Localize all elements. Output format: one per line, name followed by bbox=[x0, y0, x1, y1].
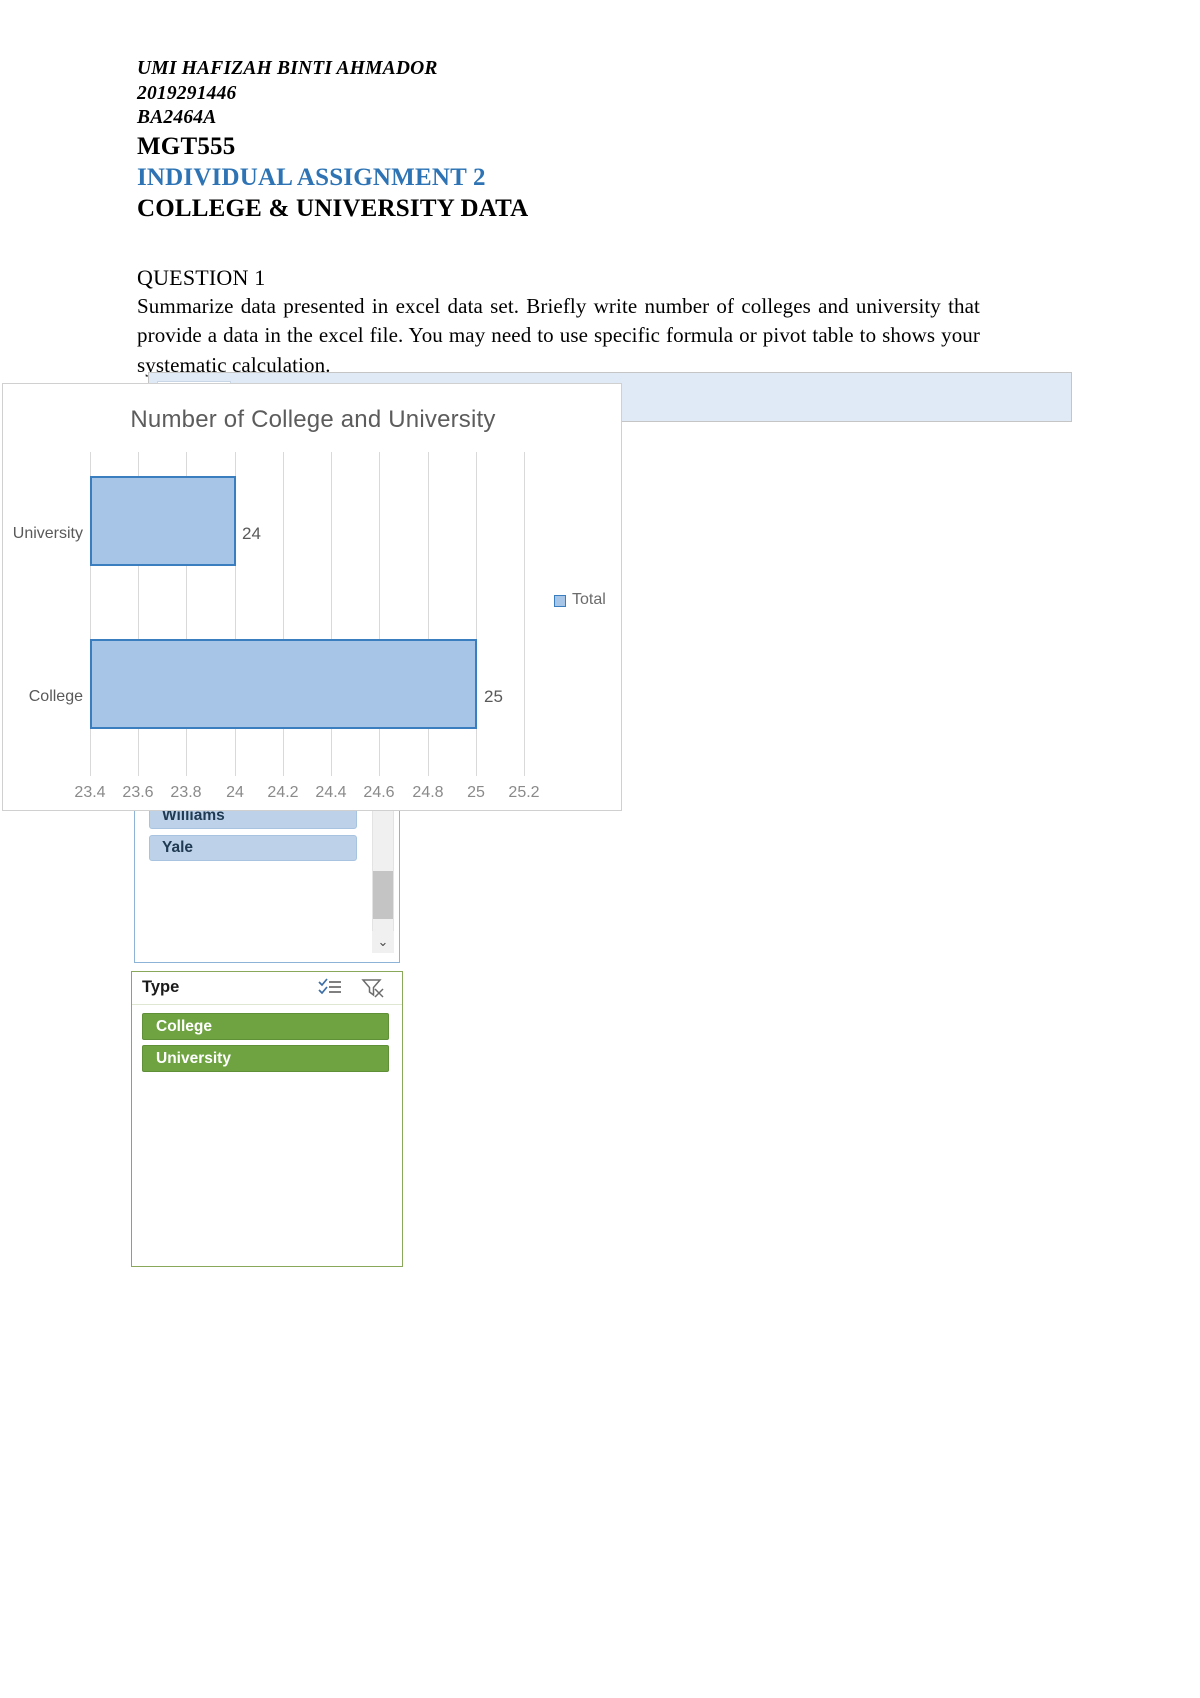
legend-label-total: Total bbox=[572, 591, 606, 608]
document-text-block: UMI HAFIZAH BINTI AHMADOR 2019291446 BA2… bbox=[137, 57, 997, 380]
group-code: BA2464A bbox=[137, 107, 217, 128]
slicer-type-title: Type bbox=[142, 978, 180, 996]
slicer-item-university[interactable]: University bbox=[142, 1045, 389, 1072]
category-label-university: University bbox=[12, 525, 83, 542]
slicer-item-yale[interactable]: Yale bbox=[149, 835, 357, 861]
chart-panel[interactable]: Number of College and University 24 25 U… bbox=[2, 383, 622, 811]
scroll-down-icon[interactable]: ⌄ bbox=[372, 931, 394, 953]
student-id: 2019291446 bbox=[137, 82, 237, 104]
student-name: UMI HAFIZAH BINTI AHMADOR bbox=[137, 58, 438, 79]
multi-select-icon[interactable] bbox=[317, 977, 343, 999]
chart-title: Number of College and University bbox=[130, 406, 496, 433]
bar-value-college: 25 bbox=[484, 687, 503, 706]
slicer-item-college[interactable]: College bbox=[142, 1013, 389, 1040]
slicer-type-header: Type bbox=[132, 972, 402, 1005]
chart-plot-area bbox=[90, 452, 525, 776]
data-title: COLLEGE & UNIVERSITY DATA bbox=[137, 194, 529, 222]
legend-swatch-total bbox=[554, 595, 566, 607]
course-code: MGT555 bbox=[137, 132, 236, 160]
category-label-college: College bbox=[28, 688, 83, 705]
slicer-school-scrollbar-thumb[interactable] bbox=[373, 871, 393, 919]
question-body: Summarize data presented in excel data s… bbox=[137, 293, 980, 377]
x-tick-label: 25.2 bbox=[508, 784, 540, 801]
bar-value-university: 24 bbox=[242, 524, 261, 543]
bar-university[interactable] bbox=[90, 476, 236, 566]
question-heading: QUESTION 1 bbox=[137, 264, 266, 290]
bar-college[interactable] bbox=[90, 639, 477, 729]
clear-filter-icon[interactable] bbox=[360, 977, 386, 999]
slicer-type[interactable]: Type College University bbox=[131, 971, 403, 1267]
assignment-title: INDIVIDUAL ASSIGNMENT 2 bbox=[137, 163, 486, 191]
gridline bbox=[524, 452, 525, 776]
